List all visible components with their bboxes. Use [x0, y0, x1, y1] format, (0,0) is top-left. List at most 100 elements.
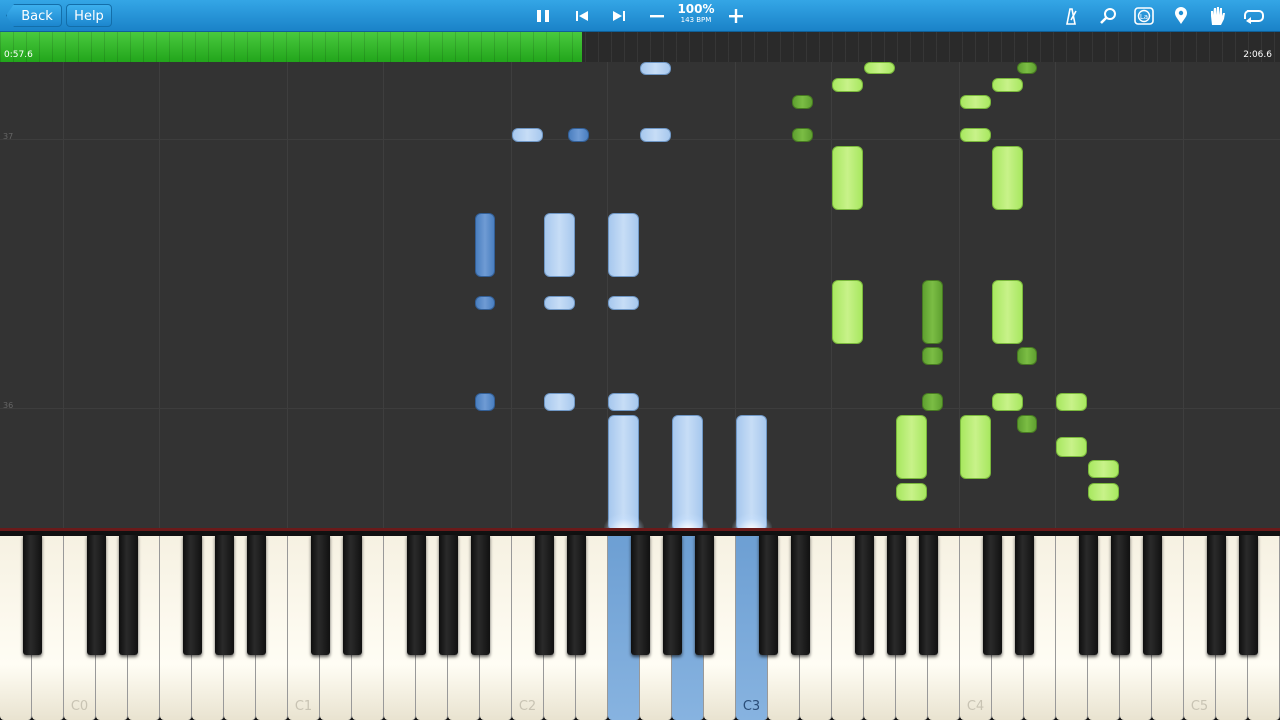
black-key[interactable] — [1015, 535, 1034, 655]
grid-line — [383, 62, 384, 528]
black-key[interactable] — [887, 535, 906, 655]
black-key[interactable] — [1111, 535, 1130, 655]
back-button[interactable]: Back — [6, 4, 62, 27]
black-key[interactable] — [567, 535, 586, 655]
black-key[interactable] — [215, 535, 234, 655]
black-key[interactable] — [247, 535, 266, 655]
black-key[interactable] — [919, 535, 938, 655]
black-key[interactable] — [343, 535, 362, 655]
black-key[interactable] — [1239, 535, 1258, 655]
note-right-hand — [992, 78, 1023, 92]
note-left-hand — [544, 393, 575, 411]
timeline-scrubber[interactable] — [0, 32, 1280, 62]
note-left-hand — [608, 213, 639, 277]
svg-text:La: La — [1140, 13, 1148, 21]
note-left-hand — [640, 128, 671, 142]
black-key[interactable] — [1079, 535, 1098, 655]
loop-button[interactable] — [1242, 5, 1266, 27]
black-key[interactable] — [183, 535, 202, 655]
grid-line — [159, 62, 160, 528]
measure-number: 37 — [3, 132, 14, 141]
total-time: 2:06.6 — [1243, 50, 1272, 60]
note-right-hand — [792, 95, 813, 109]
skip-forward-button[interactable] — [607, 5, 631, 27]
note-right-hand — [992, 146, 1023, 210]
zoom-out-button[interactable] — [645, 5, 669, 27]
black-key[interactable] — [791, 535, 810, 655]
hand-button[interactable] — [1205, 5, 1229, 27]
note-right-hand — [1056, 393, 1087, 411]
black-key[interactable] — [311, 535, 330, 655]
octave-label: C2 — [518, 699, 537, 714]
black-key[interactable] — [631, 535, 650, 655]
octave-label: C0 — [70, 699, 89, 714]
note-right-hand — [896, 483, 927, 501]
note-labels-button[interactable]: La — [1132, 5, 1156, 27]
pause-icon — [537, 10, 549, 22]
black-key[interactable] — [439, 535, 458, 655]
note-left-hand — [475, 296, 495, 310]
note-right-hand — [1017, 347, 1037, 365]
hand-icon — [1211, 7, 1225, 25]
search-icon — [1100, 8, 1116, 24]
pause-button[interactable] — [531, 5, 555, 27]
black-key[interactable] — [23, 535, 42, 655]
black-key[interactable] — [759, 535, 778, 655]
measure-number: 36 — [3, 401, 14, 410]
plus-icon — [729, 9, 743, 23]
note-left-hand — [608, 415, 639, 528]
note-left-hand — [544, 296, 575, 310]
skip-back-button[interactable] — [570, 5, 594, 27]
minus-icon — [650, 15, 664, 18]
note-left-hand — [608, 296, 639, 310]
piano-roll: 37 36 — [0, 62, 1280, 528]
piano-keyboard[interactable]: C0 C1 C2 C3 C4 C5 — [0, 528, 1280, 720]
zoom-in-button[interactable] — [724, 5, 748, 27]
note-label-icon: La — [1134, 7, 1154, 25]
note-right-hand — [1017, 415, 1037, 433]
black-key[interactable] — [695, 535, 714, 655]
note-right-hand — [960, 128, 991, 142]
black-key[interactable] — [663, 535, 682, 655]
tempo-readout: 143 BPM — [680, 16, 712, 24]
zoom-level: 100% — [677, 2, 715, 16]
note-right-hand — [832, 146, 863, 210]
black-key[interactable] — [1143, 535, 1162, 655]
location-pin-icon — [1175, 7, 1187, 24]
note-left-hand — [672, 415, 703, 528]
black-key[interactable] — [119, 535, 138, 655]
metronome-button[interactable] — [1059, 5, 1083, 27]
note-right-hand — [922, 280, 943, 344]
zoom-display: 100% 143 BPM — [672, 3, 720, 25]
note-left-hand — [475, 213, 495, 277]
octave-label: C3 — [742, 699, 761, 714]
octave-label: C4 — [966, 699, 985, 714]
bookmark-button[interactable] — [1169, 5, 1193, 27]
black-key[interactable] — [1207, 535, 1226, 655]
help-button[interactable]: Help — [66, 4, 112, 27]
note-right-hand — [864, 62, 895, 74]
measure-line — [0, 408, 1280, 409]
note-left-hand — [608, 393, 639, 411]
note-right-hand — [922, 347, 943, 365]
note-right-hand — [960, 95, 991, 109]
note-left-hand — [568, 128, 589, 142]
note-right-hand — [992, 280, 1023, 344]
note-left-hand — [512, 128, 543, 142]
search-button[interactable] — [1096, 5, 1120, 27]
note-right-hand — [792, 128, 813, 142]
black-key[interactable] — [983, 535, 1002, 655]
skip-back-icon — [576, 11, 588, 21]
black-key[interactable] — [87, 535, 106, 655]
black-key[interactable] — [535, 535, 554, 655]
note-left-hand — [544, 213, 575, 277]
black-key[interactable] — [855, 535, 874, 655]
black-key[interactable] — [407, 535, 426, 655]
timeline-progress-fill — [0, 32, 583, 62]
note-right-hand — [992, 393, 1023, 411]
octave-label: C5 — [1190, 699, 1209, 714]
grid-line — [1055, 62, 1056, 528]
grid-line — [287, 62, 288, 528]
note-right-hand — [1017, 62, 1037, 74]
black-key[interactable] — [471, 535, 490, 655]
